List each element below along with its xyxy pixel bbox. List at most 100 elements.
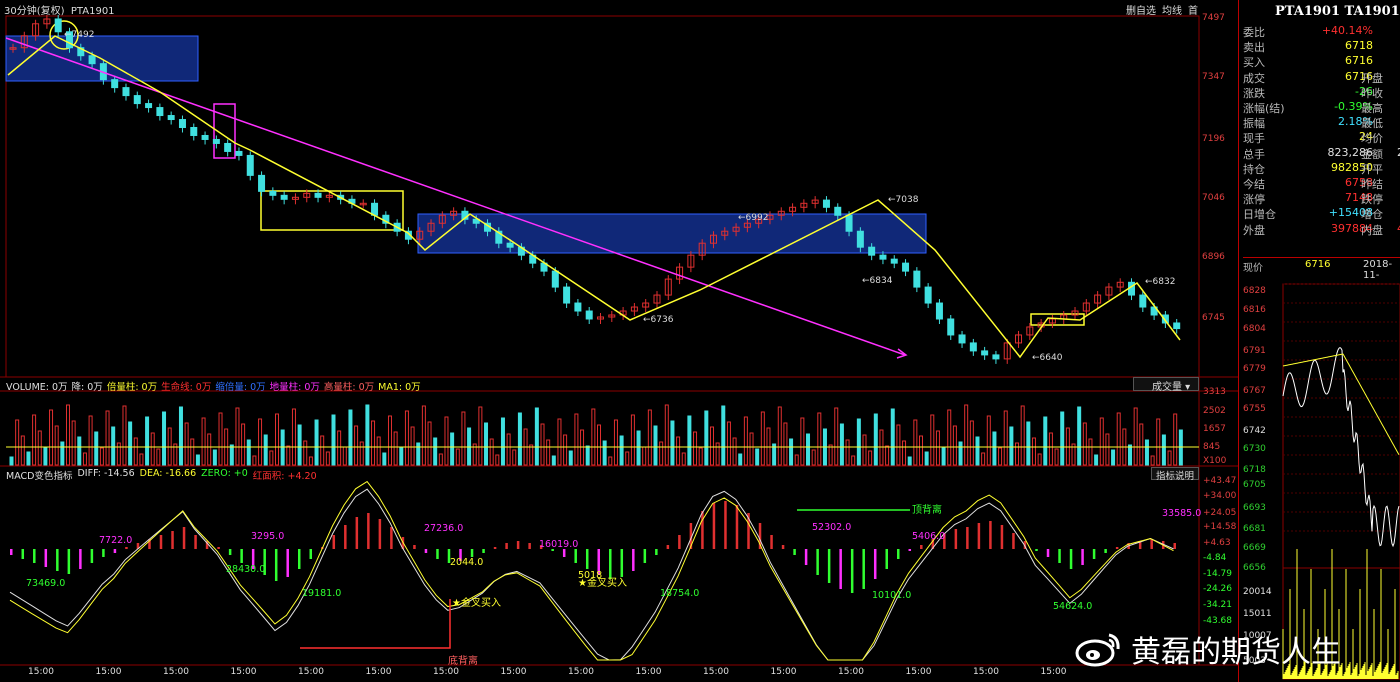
time-label: 15:00 <box>95 667 122 677</box>
volume-bar <box>399 447 404 466</box>
volume-bar <box>664 404 669 466</box>
price-label: 现价 <box>1243 263 1263 274</box>
time-label: 15:00 <box>838 667 864 677</box>
volume-bar <box>150 432 155 466</box>
remove-watchlist-button[interactable]: 删自选 <box>1126 2 1156 17</box>
candle <box>902 262 910 272</box>
volume-bar <box>246 439 251 466</box>
volume-bar <box>777 406 782 466</box>
volume-bar <box>540 423 545 466</box>
quote-row-label2: 开平 <box>1361 162 1383 176</box>
candle <box>563 286 571 304</box>
divergence-line <box>300 599 451 649</box>
macd-bar <box>954 529 958 549</box>
volume-bar <box>619 435 624 466</box>
volume-bar <box>907 456 912 466</box>
volume-bar <box>88 415 93 466</box>
volume-bar <box>116 442 121 466</box>
volume-bar <box>1173 413 1178 466</box>
macd-bar <box>378 519 382 549</box>
macd-red-area: 红面积: +4.20 <box>252 471 317 482</box>
volume-bar <box>1150 455 1155 466</box>
volume-bar <box>969 420 974 466</box>
volume-bar <box>924 451 929 466</box>
volume-bar <box>9 456 14 466</box>
macd-bar <box>885 549 888 569</box>
volume-select[interactable]: 成交量 ▾ <box>1133 377 1199 393</box>
quote-row-value: 6718 <box>1345 39 1373 53</box>
volume-bar <box>128 421 133 466</box>
price-value: 6716 <box>1305 259 1331 270</box>
macd-bar <box>966 527 969 549</box>
volume-bar <box>43 446 48 466</box>
legend-shrink: 缩倍量: 0万 <box>215 382 266 393</box>
volume-bar <box>26 451 31 466</box>
volume-bar <box>252 455 257 466</box>
macd-bar <box>989 521 992 549</box>
intraday-tick: 6669 <box>1243 543 1266 553</box>
quote-row-label: 持仓 <box>1243 162 1265 176</box>
macd-bar <box>1150 539 1153 549</box>
macd-zero: ZERO: +0 <box>201 468 248 479</box>
volume-bar <box>681 452 686 466</box>
candle <box>981 350 989 356</box>
candle <box>879 254 887 260</box>
volume-bar <box>811 449 816 466</box>
quote-row: 涨停 7148 跌停 <box>1243 191 1400 206</box>
quote-row: 买入 6716 <box>1243 54 1400 69</box>
macd-area-label: 52302.0 <box>812 522 852 533</box>
volume-bar <box>568 450 573 466</box>
intraday-tick: 6816 <box>1243 305 1266 315</box>
quote-row: 现手 24 均价 <box>1243 130 1400 145</box>
volume-bar <box>145 416 150 466</box>
macd-bar <box>56 549 59 571</box>
macd-dea: DEA: -16.66 <box>139 468 197 479</box>
indicator-help-button[interactable]: 指标说明 <box>1151 467 1199 482</box>
intraday-tick: 6730 <box>1243 444 1266 454</box>
volume-bar <box>1015 442 1020 466</box>
macd-bar <box>632 549 635 571</box>
volume-bar <box>212 449 217 466</box>
chart-period[interactable]: 30分钟(复权) PTA1901 <box>4 2 115 17</box>
volume-bar <box>1128 444 1133 466</box>
macd-bar <box>735 505 739 549</box>
macd-area-label: 3295.0 <box>251 531 285 542</box>
ma-button[interactable]: 均线 <box>1162 2 1182 17</box>
candle <box>145 103 153 109</box>
volume-bar <box>1009 426 1014 466</box>
volume-bar <box>602 440 607 466</box>
first-button[interactable]: 首 <box>1188 2 1198 17</box>
volume-tick: 2502 <box>1203 406 1226 416</box>
candle <box>822 199 830 208</box>
volume-bar <box>1026 421 1031 466</box>
macd-area-label: 19181.0 <box>302 588 342 599</box>
chart-area[interactable]: 30分钟(复权) PTA1901 删自选 均线 首 7497 7347 7196… <box>0 0 1238 682</box>
intraday-tick: 6742 <box>1243 426 1266 436</box>
macd-signal-label: ★金叉买入 <box>452 598 501 609</box>
macd-area-label: 5406.0 <box>912 531 946 542</box>
volume-bar <box>365 404 370 466</box>
macd-bar <box>516 541 520 549</box>
volume-bar <box>1094 454 1099 466</box>
volume-bar <box>676 436 681 466</box>
quote-row: 涨跌 -26 昨收 <box>1243 85 1400 100</box>
volume-bar <box>1133 407 1138 466</box>
volume-bar <box>139 453 144 466</box>
quote-title: PTA1901 TA1901 <box>1275 4 1400 19</box>
macd-bar <box>79 549 82 569</box>
quote-row: 涨幅(结) -0.39% 最高 <box>1243 100 1400 115</box>
volume-bar <box>817 412 822 466</box>
macd-bar <box>367 513 370 549</box>
price-annotation: ←6640 <box>1032 353 1063 363</box>
price-annotation: ←6992 <box>738 213 769 223</box>
volume-bar <box>789 438 794 466</box>
candle <box>156 107 164 117</box>
volume-bar <box>1020 405 1025 466</box>
macd-bar <box>701 511 704 549</box>
volume-bar <box>308 456 313 466</box>
volume-bar <box>195 454 200 466</box>
volume-bar <box>806 433 811 466</box>
time-label: 15:00 <box>365 667 392 677</box>
macd-tick: +34.00 <box>1203 491 1237 501</box>
intraday-chart[interactable] <box>1239 276 1400 682</box>
